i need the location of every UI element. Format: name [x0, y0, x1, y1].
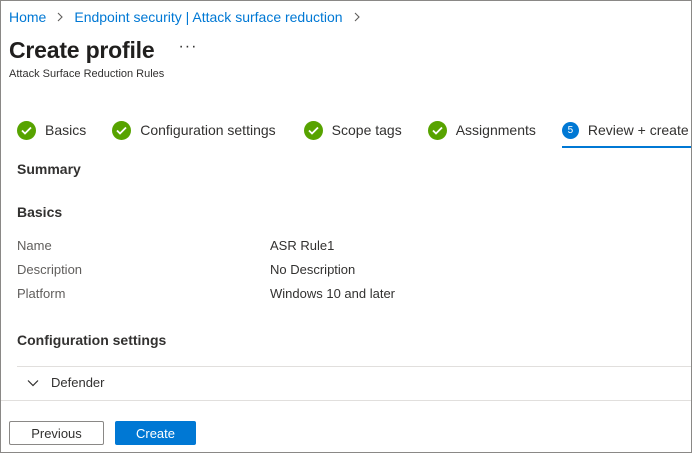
basics-heading: Basics: [17, 204, 63, 220]
page-title: Create profile: [9, 37, 155, 63]
more-options-button[interactable]: ···: [178, 38, 197, 56]
defender-accordion-toggle[interactable]: Defender: [27, 375, 104, 390]
step-label: Review + create: [587, 122, 689, 138]
description-label: Description: [17, 262, 83, 277]
previous-button[interactable]: Previous: [9, 421, 104, 445]
step-number-badge: 5: [561, 121, 579, 139]
name-label: Name: [17, 238, 52, 253]
step-assignments[interactable]: Assignments: [427, 119, 536, 141]
create-profile-panel: Home Endpoint security | Attack surface …: [0, 0, 692, 453]
chevron-down-icon: [27, 379, 39, 387]
accordion-label: Defender: [51, 375, 105, 390]
check-circle-icon: [303, 120, 323, 140]
check-circle-icon: [427, 120, 447, 140]
chevron-right-icon: [349, 9, 365, 25]
footer-divider: [1, 400, 691, 401]
breadcrumb-endpoint-security-link[interactable]: Endpoint security | Attack surface reduc…: [74, 9, 342, 25]
chevron-right-icon: [52, 9, 68, 25]
wizard-steps: Basics Configuration settings Scope tags…: [17, 119, 691, 148]
step-scope-tags[interactable]: Scope tags: [303, 119, 402, 141]
step-basics[interactable]: Basics: [17, 119, 86, 141]
summary-heading: Summary: [17, 161, 81, 177]
title-row: Create profile ···: [9, 37, 197, 64]
step-review-create[interactable]: 5 Review + create: [561, 119, 691, 148]
platform-label: Platform: [17, 286, 66, 301]
check-circle-icon: [112, 120, 132, 140]
check-circle-icon: [17, 120, 36, 140]
configuration-settings-heading: Configuration settings: [17, 332, 167, 348]
platform-value: Windows 10 and later: [270, 286, 396, 301]
breadcrumb: Home Endpoint security | Attack surface …: [9, 9, 371, 25]
name-value: ASR Rule1: [270, 238, 335, 253]
step-label: Scope tags: [331, 122, 402, 138]
create-button[interactable]: Create: [115, 421, 196, 445]
step-configuration-settings[interactable]: Configuration settings: [112, 119, 276, 141]
breadcrumb-home-link[interactable]: Home: [9, 9, 46, 25]
page-subtitle: Attack Surface Reduction Rules: [9, 68, 165, 80]
divider: [17, 366, 691, 367]
step-label: Assignments: [455, 122, 536, 138]
step-label: Basics: [45, 122, 87, 138]
description-value: No Description: [270, 262, 356, 277]
step-label: Configuration settings: [140, 122, 276, 138]
